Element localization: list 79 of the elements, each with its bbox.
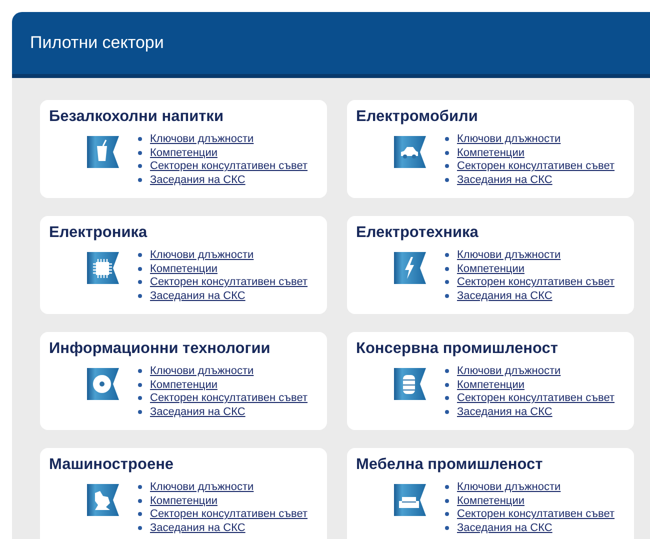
sector-link[interactable]: Ключови длъжности [457,364,561,377]
sector-link[interactable]: Ключови длъжности [150,248,254,261]
bullet-icon [138,512,142,516]
sector-link[interactable]: Компетенции [150,378,218,391]
sector-title[interactable]: Машиностроене [49,456,174,474]
bullet-icon [445,252,449,257]
sector-link[interactable]: Ключови длъжности [150,132,254,145]
bullet-icon [445,526,449,530]
sector-link[interactable]: Ключови длъжности [457,248,561,261]
bullet-icon [445,512,449,516]
bullet-icon [445,178,449,182]
bullet-icon [138,164,142,168]
chip-icon [86,251,120,285]
bullet-icon [445,368,449,373]
bullet-icon [138,266,142,271]
sector-title[interactable]: Информационни технологии [49,340,270,358]
sector-title[interactable]: Мебелна промишленост [356,456,543,474]
bullet-icon [138,368,142,373]
sector-title[interactable]: Електромобили [356,108,478,126]
bullet-icon [445,396,449,400]
sector-title[interactable]: Безалкохолни напитки [49,108,224,126]
sector-link[interactable]: Компетенции [150,494,218,507]
bullet-icon [445,136,449,141]
bullet-icon [138,382,142,387]
bullet-icon [445,266,449,271]
sector-title[interactable]: Консервна промишленост [356,340,558,358]
bullet-icon [445,498,449,503]
sector-link[interactable]: Компетенции [150,146,218,159]
sector-link[interactable]: Ключови длъжности [457,132,561,145]
sector-link[interactable]: Компетенции [457,262,524,275]
sector-link[interactable]: Секторен консултативен съвет [457,508,615,520]
bullet-icon [138,252,142,257]
sector-link[interactable]: Заседания на СКС [457,406,552,418]
sector-link[interactable]: Заседания на СКС [150,174,246,186]
sector-link[interactable]: Заседания на СКС [150,522,246,534]
sector-link[interactable]: Секторен консултативен съвет [457,276,615,288]
bullet-icon [138,484,142,489]
sector-link[interactable]: Ключови длъжности [457,480,561,493]
sector-link[interactable]: Секторен консултативен съвет [150,392,308,404]
sector-link[interactable]: Компетенции [457,494,524,507]
car-icon [393,135,427,169]
sector-link[interactable]: Заседания на СКС [457,174,552,186]
bullet-icon [138,498,142,503]
bullet-icon [138,178,142,182]
bullet-icon [445,150,449,155]
sector-link[interactable]: Секторен консултативен съвет [150,508,308,520]
bullet-icon [445,280,449,284]
sector-link[interactable]: Заседания на СКС [150,290,246,302]
sector-title[interactable]: Електротехника [356,224,478,242]
bullet-icon [445,484,449,489]
bullet-icon [445,164,449,168]
sector-link[interactable]: Секторен консултативен съвет [457,392,615,404]
sector-link[interactable]: Ключови длъжности [150,480,254,493]
sector-title[interactable]: Електроника [49,224,148,242]
cup-icon [86,135,120,169]
sector-link[interactable]: Секторен консултативен съвет [457,160,615,172]
bullet-icon [445,382,449,387]
bullet-icon [138,136,142,141]
bullet-icon [445,294,449,298]
sector-link[interactable]: Секторен консултативен съвет [150,160,308,172]
bullet-icon [138,150,142,155]
sector-link[interactable]: Ключови длъжности [150,364,254,377]
sector-link[interactable]: Заседания на СКС [457,522,552,534]
bullet-icon [138,526,142,530]
sector-link[interactable]: Заседания на СКС [150,406,246,418]
lightning-icon [393,251,427,285]
sector-link[interactable]: Секторен консултативен съвет [150,276,308,288]
sector-link[interactable]: Компетенции [457,146,524,159]
bullet-icon [138,280,142,284]
bullet-icon [445,410,449,414]
sofa-icon [393,483,427,517]
can-icon [393,367,427,401]
bullet-icon [138,294,142,298]
sector-link[interactable]: Компетенции [457,378,524,391]
sector-link[interactable]: Компетенции [150,262,218,275]
page-title: Пилотни сектори [30,33,164,53]
bullet-icon [138,396,142,400]
sector-link[interactable]: Заседания на СКС [457,290,552,302]
bullet-icon [138,410,142,414]
